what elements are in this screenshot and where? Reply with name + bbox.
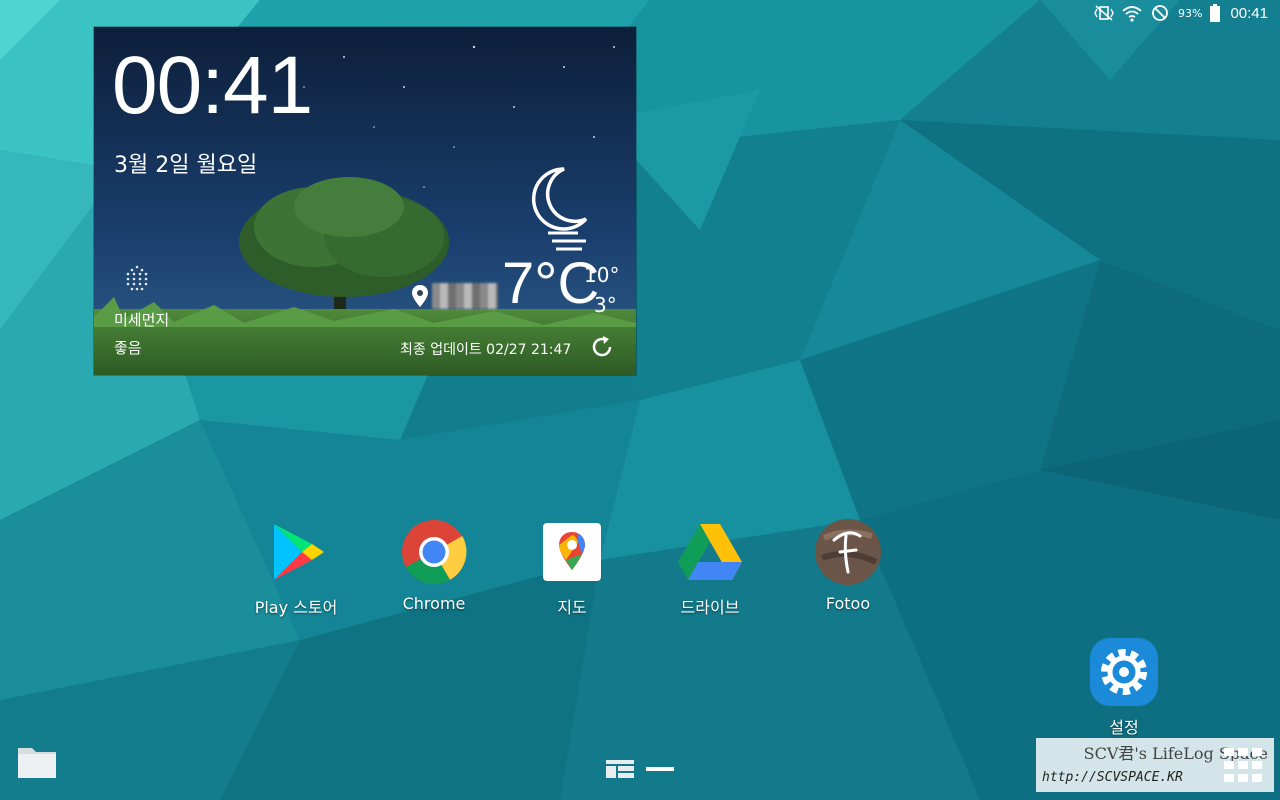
app-fotoo[interactable]: Fotoo bbox=[788, 518, 908, 613]
app-chrome[interactable]: Chrome bbox=[374, 518, 494, 613]
weather-widget[interactable]: 00:41 3월 2일 월요일 미세먼지 좋음 7°C 10° 3° 최종 업데… bbox=[94, 27, 636, 375]
high-temperature: 10° bbox=[584, 263, 620, 287]
no-sign-icon bbox=[1152, 5, 1168, 21]
status-bar: 93% 00:41 bbox=[0, 0, 1280, 26]
vibrate-mute-icon bbox=[1094, 5, 1114, 21]
apps-grid-icon[interactable] bbox=[1222, 744, 1264, 786]
drive-icon bbox=[678, 524, 742, 580]
location-pin-icon bbox=[412, 285, 428, 307]
battery-icon bbox=[1210, 4, 1221, 22]
maps-icon bbox=[543, 523, 601, 581]
chrome-icon bbox=[402, 520, 467, 585]
last-updated: 최종 업데이트 02/27 21:47 bbox=[400, 342, 572, 358]
low-temperature: 3° bbox=[594, 293, 617, 317]
battery-percent: 93% bbox=[1178, 6, 1203, 20]
app-label: Chrome bbox=[402, 594, 466, 613]
play-store-icon bbox=[274, 524, 324, 580]
app-settings[interactable]: 설정 bbox=[1064, 638, 1184, 738]
app-drive[interactable]: 드라이브 bbox=[650, 518, 770, 618]
moon-mist-icon bbox=[531, 167, 588, 251]
refresh-icon[interactable] bbox=[590, 335, 614, 359]
folder-icon[interactable] bbox=[16, 742, 58, 782]
location-name-blurred bbox=[432, 283, 498, 309]
fotoo-icon bbox=[815, 519, 881, 585]
app-label: Play 스토어 bbox=[254, 598, 338, 617]
fine-dust-label: 미세먼지 bbox=[114, 311, 170, 329]
fine-dust-icon bbox=[126, 265, 148, 291]
status-time: 00:41 bbox=[1230, 4, 1268, 22]
app-label: 드라이브 bbox=[680, 598, 740, 617]
page-indicator[interactable] bbox=[606, 758, 676, 780]
app-label: Fotoo bbox=[825, 594, 871, 613]
widget-clock: 00:41 bbox=[112, 40, 313, 131]
app-label: 지도 bbox=[557, 598, 587, 617]
settings-icon bbox=[1090, 638, 1158, 706]
app-maps[interactable]: 지도 bbox=[512, 518, 632, 618]
app-label: 설정 bbox=[1109, 718, 1139, 737]
app-play-store[interactable]: Play 스토어 bbox=[236, 518, 356, 618]
wifi-icon bbox=[1122, 6, 1142, 22]
fine-dust-value: 좋음 bbox=[114, 339, 142, 357]
widget-date: 3월 2일 월요일 bbox=[114, 153, 258, 178]
